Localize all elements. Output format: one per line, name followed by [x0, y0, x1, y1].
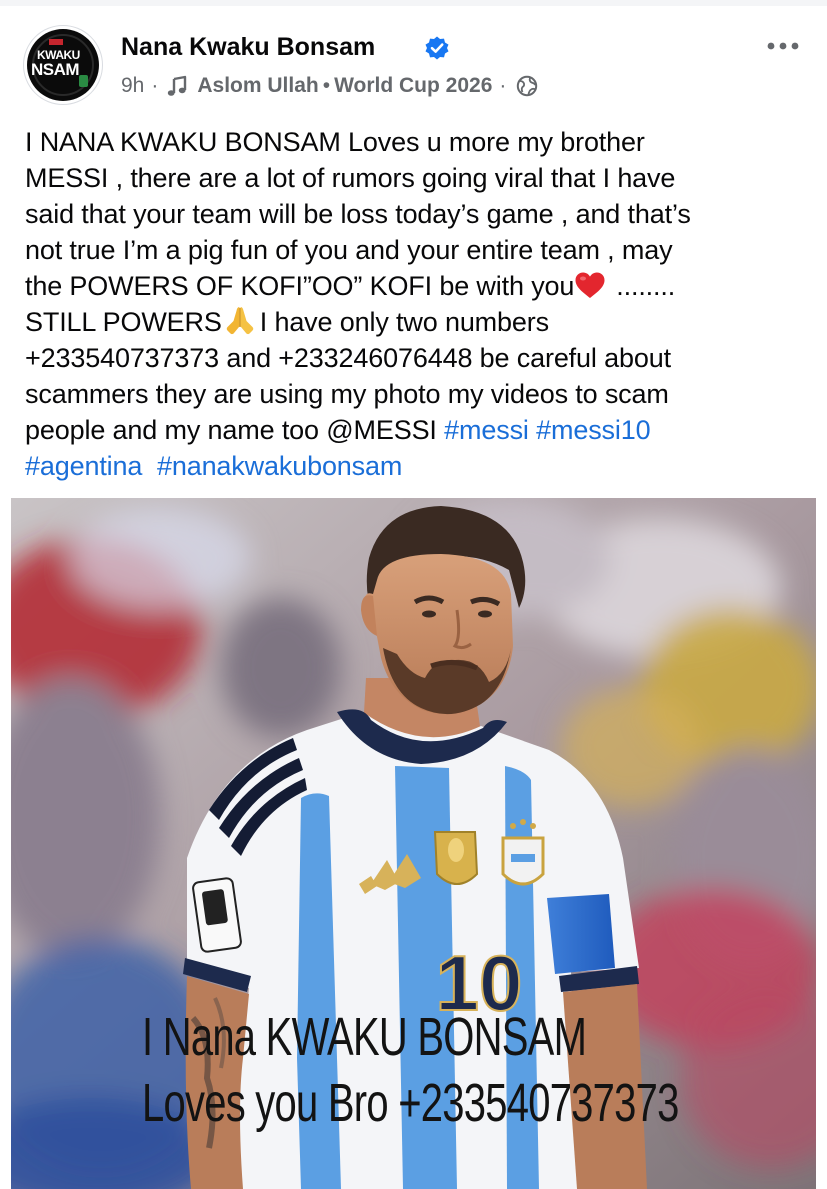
text-line: the POWERS OF KOFI”OO” KOFI be with you.…: [25, 268, 815, 304]
post-image[interactable]: 10 I Nana KWAKU BONSAM Loves you Bro +23…: [11, 498, 816, 1189]
image-caption-line-2: Loves you Bro +233540737373: [142, 1073, 679, 1133]
image-caption-line-1: I Nana KWAKU BONSAM: [142, 1007, 587, 1067]
author-name[interactable]: Nana Kwaku Bonsam: [121, 33, 375, 62]
music-note-icon: [168, 75, 187, 96]
audio-artist[interactable]: Aslom Ullah: [197, 74, 318, 98]
red-heart-emoji: [575, 272, 605, 298]
text-line: said that your team will be loss today’s…: [25, 196, 815, 232]
text-segment: MESSI , there are a lot of rumors going …: [25, 163, 676, 193]
post-text: I NANA KWAKU BONSAM Loves u more my brot…: [25, 124, 815, 484]
verified-badge-icon: [425, 36, 449, 60]
text-segment: ........: [616, 271, 676, 301]
post-meta: 9h · Aslom Ullah • World Cup 2026 ·: [121, 72, 538, 100]
text-line: I NANA KWAKU BONSAM Loves u more my brot…: [25, 124, 815, 160]
text-line: +233540737373 and +233246076448 be caref…: [25, 340, 815, 376]
text-segment: the POWERS OF KOFI”OO” KOFI be with you: [25, 271, 575, 301]
post-header: KWAKU NSAM Nana Kwaku Bonsam 9h · Aslom …: [0, 0, 827, 112]
hashtag-link[interactable]: #messi10: [536, 415, 651, 445]
meta-dot: ·: [151, 74, 159, 97]
facebook-post: KWAKU NSAM Nana Kwaku Bonsam 9h · Aslom …: [0, 0, 827, 1189]
avatar-logo: KWAKU NSAM: [27, 29, 99, 101]
hashtag-link[interactable]: #messi: [444, 415, 529, 445]
meta-separator: •: [322, 74, 331, 97]
meta-dot-2: ·: [499, 74, 507, 97]
post-time[interactable]: 9h: [121, 74, 144, 98]
hashtag-link[interactable]: #agentina: [25, 451, 142, 481]
avatar-figure: [79, 75, 88, 87]
text-segment: scammers they are using my photo my vide…: [25, 379, 669, 409]
audio-title[interactable]: World Cup 2026: [334, 74, 492, 98]
text-line: not true I’m a pig fun of you and your e…: [25, 232, 815, 268]
text-line: MESSI , there are a lot of rumors going …: [25, 160, 815, 196]
text-segment: people and my name too @MESSI: [25, 415, 445, 445]
text-segment: I have only two numbers: [259, 307, 549, 337]
avatar[interactable]: KWAKU NSAM: [23, 25, 103, 105]
text-line: #agentina #nanakwakubonsam: [25, 448, 815, 484]
globe-icon[interactable]: [516, 75, 538, 97]
text-line: people and my name too @MESSI #messi #me…: [25, 412, 815, 448]
text-segment: STILL POWERS: [25, 307, 222, 337]
avatar-accent: [49, 39, 63, 45]
more-options-icon[interactable]: [764, 36, 802, 56]
text-segment: not true I’m a pig fun of you and your e…: [25, 235, 673, 265]
avatar-text-bottom: NSAM: [31, 60, 80, 79]
divider: [0, 490, 827, 498]
text-line: STILL POWERS I have only two numbers: [25, 304, 815, 340]
text-line: scammers they are using my photo my vide…: [25, 376, 815, 412]
folded-hands-emoji: [226, 307, 253, 335]
text-segment: I NANA KWAKU BONSAM Loves u more my brot…: [25, 127, 645, 157]
text-segment: said that your team will be loss today’s…: [25, 199, 691, 229]
text-segment: +233540737373 and +233246076448 be caref…: [25, 343, 671, 373]
hashtag-link[interactable]: #nanakwakubonsam: [157, 451, 402, 481]
